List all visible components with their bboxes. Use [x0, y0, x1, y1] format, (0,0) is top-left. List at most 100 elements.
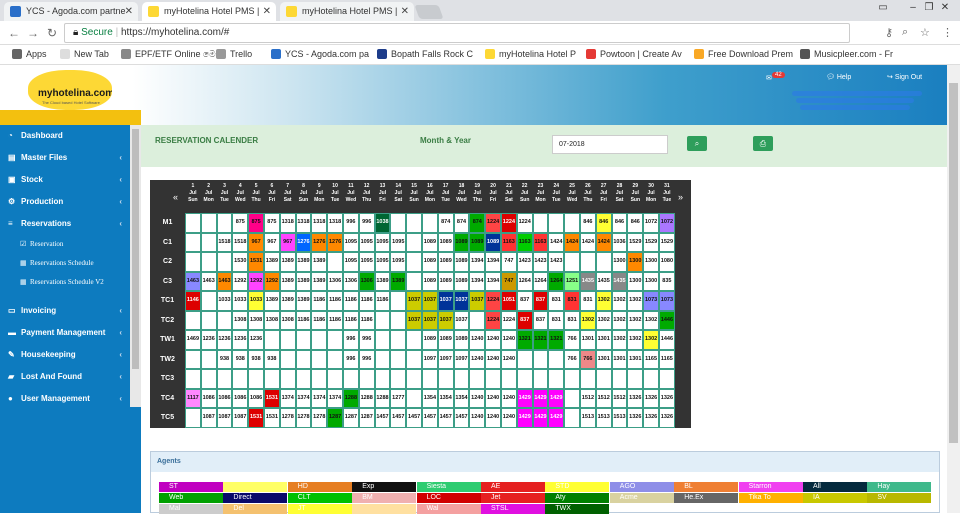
reservation-cell[interactable]: 1276: [295, 232, 312, 252]
reservation-cell[interactable]: 1240: [469, 349, 486, 369]
reservation-cell[interactable]: 1318: [295, 213, 312, 233]
reservation-cell[interactable]: [406, 349, 422, 369]
reservation-cell[interactable]: 1389: [295, 271, 312, 291]
sidebar-item[interactable]: ▬ Payment Management ‹: [0, 322, 128, 344]
reservation-cell[interactable]: 967: [279, 232, 296, 252]
reservation-cell[interactable]: 1318: [327, 213, 343, 233]
reservation-cell[interactable]: 938: [232, 349, 249, 369]
reservation-cell[interactable]: 1389: [311, 271, 328, 291]
sidebar-subitem[interactable]: ▦ Reservations Schedule: [0, 254, 128, 273]
reservation-cell[interactable]: [248, 369, 264, 389]
reservation-cell[interactable]: 1278: [311, 408, 328, 428]
reservation-cell[interactable]: 1531: [264, 388, 280, 408]
reservation-cell[interactable]: 846: [595, 213, 612, 233]
reservation-cell[interactable]: 1240: [501, 408, 517, 428]
reservation-cell[interactable]: [374, 310, 391, 330]
reservation-cell[interactable]: 1089: [453, 232, 470, 252]
reservation-cell[interactable]: 1389: [279, 291, 296, 311]
reservation-cell[interactable]: 831: [548, 310, 565, 330]
reservation-cell[interactable]: 1051: [501, 291, 517, 311]
sidebar-item[interactable]: ✎ Housekeeping ‹: [0, 344, 128, 366]
reservation-cell[interactable]: [564, 408, 580, 428]
reservation-cell[interactable]: 1037: [422, 310, 438, 330]
reservation-cell[interactable]: 1424: [580, 232, 596, 252]
reservation-cell[interactable]: [185, 252, 201, 272]
reservation-cell[interactable]: [516, 349, 533, 369]
reservation-cell[interactable]: 1302: [611, 310, 628, 330]
reservation-cell[interactable]: 1186: [295, 310, 312, 330]
reservation-cell[interactable]: 1529: [627, 232, 644, 252]
reservation-cell[interactable]: 1302: [627, 330, 644, 350]
reservation-cell[interactable]: 1389: [279, 271, 296, 291]
reservation-cell[interactable]: 1097: [453, 349, 470, 369]
reservation-cell[interactable]: 1300: [611, 252, 628, 272]
reservation-cell[interactable]: 1095: [374, 232, 391, 252]
reservation-cell[interactable]: [200, 252, 217, 272]
reservation-cell[interactable]: 938: [216, 349, 233, 369]
reservation-cell[interactable]: 1224: [485, 213, 501, 233]
reservation-cell[interactable]: 874: [437, 213, 454, 233]
reservation-cell[interactable]: 938: [264, 349, 280, 369]
reservation-cell[interactable]: 967: [248, 232, 264, 252]
reservation-cell[interactable]: [469, 310, 486, 330]
reservation-cell[interactable]: [295, 349, 312, 369]
reservation-cell[interactable]: 1095: [358, 252, 375, 272]
reservation-cell[interactable]: 1354: [422, 388, 438, 408]
reservation-cell[interactable]: 1288: [358, 388, 375, 408]
reservation-cell[interactable]: 996: [343, 213, 359, 233]
reservation-cell[interactable]: 1089: [453, 330, 470, 350]
reservation-cell[interactable]: 1513: [595, 408, 612, 428]
reservation-cell[interactable]: [406, 369, 422, 389]
browser-tab[interactable]: YCS - Agoda.com partne ✕: [4, 2, 138, 21]
reservation-cell[interactable]: 1318: [279, 213, 296, 233]
reservation-cell[interactable]: 1301: [627, 349, 644, 369]
reservation-cell[interactable]: 1389: [390, 271, 407, 291]
reservation-cell[interactable]: [532, 213, 549, 233]
reservation-cell[interactable]: 1097: [437, 349, 454, 369]
reservation-cell[interactable]: [437, 369, 454, 389]
reservation-cell[interactable]: 1236: [200, 330, 217, 350]
reservation-cell[interactable]: 1264: [532, 271, 549, 291]
reservation-cell[interactable]: 1224: [501, 213, 517, 233]
reservation-cell[interactable]: 1224: [485, 291, 501, 311]
reservation-cell[interactable]: 1435: [580, 271, 596, 291]
reservation-cell[interactable]: 1186: [343, 291, 359, 311]
reservation-cell[interactable]: [216, 213, 233, 233]
reservation-cell[interactable]: 967: [264, 232, 280, 252]
reservation-cell[interactable]: 1389: [295, 252, 312, 272]
reservation-cell[interactable]: 1529: [659, 232, 675, 252]
reservation-cell[interactable]: 1513: [580, 408, 596, 428]
reservation-cell[interactable]: 1288: [343, 388, 359, 408]
reservation-cell[interactable]: 1095: [374, 252, 391, 272]
reservation-cell[interactable]: 1300: [643, 252, 659, 272]
reservation-cell[interactable]: 1531: [264, 408, 280, 428]
reservation-cell[interactable]: 1037: [453, 291, 470, 311]
reservation-cell[interactable]: 1186: [311, 310, 328, 330]
reservation-cell[interactable]: 1089: [422, 271, 438, 291]
sidebar-item[interactable]: ◔ Dashboard: [0, 125, 128, 147]
reservation-cell[interactable]: 1463: [185, 271, 201, 291]
reservation-cell[interactable]: [311, 369, 328, 389]
reservation-cell[interactable]: 1318: [311, 213, 328, 233]
browser-tab[interactable]: myHotelina Hotel PMS | ✕: [280, 2, 414, 21]
reservation-cell[interactable]: 1457: [374, 408, 391, 428]
reservation-cell[interactable]: 1089: [422, 232, 438, 252]
profile-icon[interactable]: ▭: [868, 0, 898, 16]
reservation-cell[interactable]: 846: [627, 213, 644, 233]
reservation-cell[interactable]: [390, 369, 407, 389]
reservation-cell[interactable]: 1326: [643, 408, 659, 428]
reservation-cell[interactable]: 1302: [627, 291, 644, 311]
reservation-cell[interactable]: 1513: [611, 408, 628, 428]
reservation-cell[interactable]: 1089: [422, 330, 438, 350]
reservation-cell[interactable]: 875: [232, 213, 249, 233]
reservation-cell[interactable]: 1292: [264, 271, 280, 291]
reservation-cell[interactable]: 1037: [453, 310, 470, 330]
url-input[interactable]: 🔒︎ Secure | https://myhotelina.com/#: [64, 23, 850, 43]
reservation-cell[interactable]: [406, 271, 422, 291]
tab-close-icon[interactable]: ✕: [401, 2, 409, 21]
reservation-cell[interactable]: [406, 330, 422, 350]
reservation-cell[interactable]: 1036: [611, 232, 628, 252]
reservation-cell[interactable]: 1086: [248, 388, 264, 408]
reservation-cell[interactable]: 1089: [437, 232, 454, 252]
reservation-cell[interactable]: [422, 213, 438, 233]
